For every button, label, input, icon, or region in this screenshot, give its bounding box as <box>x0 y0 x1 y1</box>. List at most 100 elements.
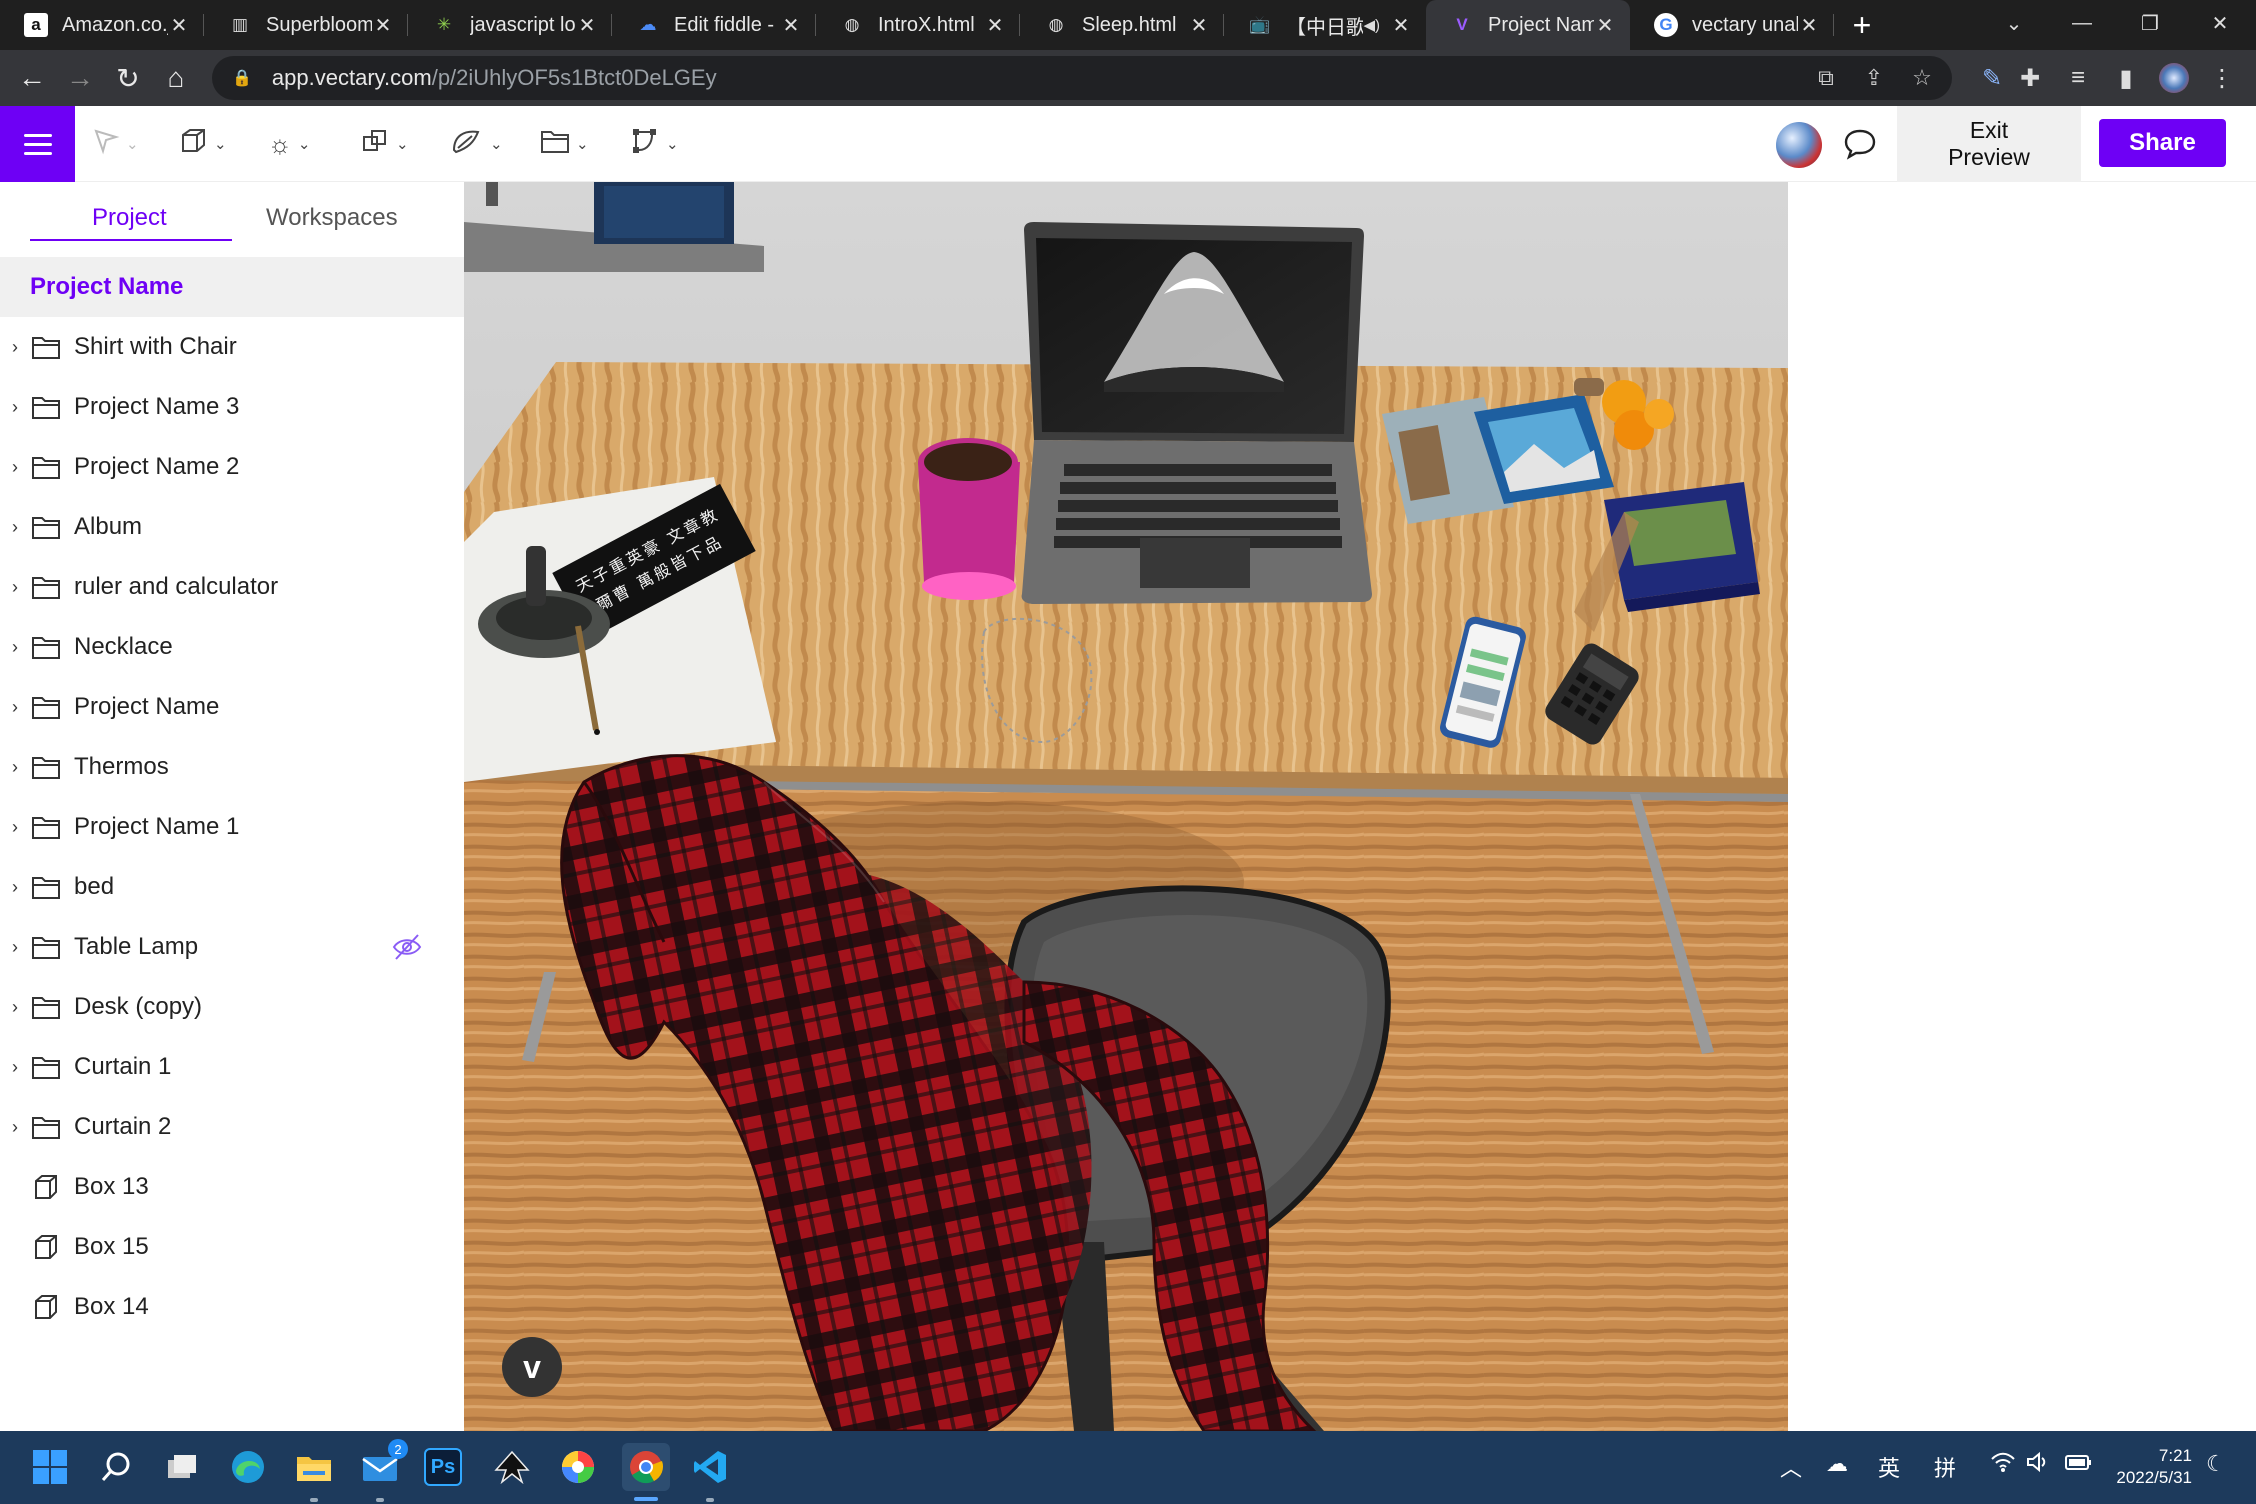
share-page-icon[interactable]: ⇪ <box>1856 60 1892 96</box>
volume-icon[interactable] <box>2026 1451 2050 1479</box>
sidebar-item[interactable]: › Project Name 1 <box>0 797 464 857</box>
expand-chevron-icon[interactable]: › <box>0 457 30 478</box>
browser-tab[interactable]: a Amazon.co.jp ✕ <box>0 0 204 50</box>
edge-icon[interactable] <box>226 1445 270 1489</box>
lights-tool[interactable]: ☼ ⌄ <box>268 124 310 164</box>
3d-viewport[interactable]: 天子重英豪 文章教 爾曹 萬般皆下品 v <box>464 182 1788 1431</box>
expand-chevron-icon[interactable]: › <box>0 517 30 538</box>
exit-preview-button[interactable]: Exit Preview <box>1897 106 2081 182</box>
bookmark-star-icon[interactable]: ☆ <box>1904 60 1940 96</box>
sidebar-item[interactable]: › Project Name 2 <box>0 437 464 497</box>
sidebar-item[interactable]: › Table Lamp <box>0 917 464 977</box>
project-name-row[interactable]: Project Name <box>0 257 464 317</box>
sidebar-item[interactable]: › Thermos <box>0 737 464 797</box>
tab-project[interactable]: Project <box>92 204 167 232</box>
hamburger-menu-button[interactable] <box>0 106 75 182</box>
share-button[interactable]: Share <box>2099 119 2226 167</box>
home-icon[interactable]: ⌂ <box>154 56 198 100</box>
file-explorer-icon[interactable] <box>292 1445 336 1489</box>
nodes-tool[interactable]: ⌄ <box>630 124 679 164</box>
close-tab-icon[interactable]: ✕ <box>780 13 802 38</box>
user-avatar[interactable] <box>1776 122 1822 168</box>
browser-tab-active[interactable]: V Project Nam ✕ <box>1426 0 1630 50</box>
close-tab-icon[interactable]: ✕ <box>984 13 1006 38</box>
sidebar-item[interactable]: › Curtain 1 <box>0 1037 464 1097</box>
color-picker-icon[interactable] <box>556 1445 600 1489</box>
close-tab-icon[interactable]: ✕ <box>576 13 598 38</box>
browser-tab[interactable]: ◍ Sleep.html ✕ <box>1020 0 1224 50</box>
expand-chevron-icon[interactable]: › <box>0 817 30 838</box>
browser-tab[interactable]: G vectary unal ✕ <box>1630 0 1834 50</box>
sidebar-item[interactable]: › Project Name <box>0 677 464 737</box>
browser-menu-icon[interactable]: ⋮ <box>2202 58 2242 98</box>
focus-assist-icon[interactable]: ☾ <box>2206 1451 2226 1477</box>
folder-tool[interactable]: ⌄ <box>540 124 589 164</box>
forward-icon[interactable]: → <box>58 56 102 100</box>
sidebar-item[interactable]: › Necklace <box>0 617 464 677</box>
close-tab-icon[interactable]: ✕ <box>372 13 394 38</box>
expand-chevron-icon[interactable]: › <box>0 577 30 598</box>
expand-chevron-icon[interactable]: › <box>0 637 30 658</box>
draw-tool[interactable]: ⌄ <box>450 124 503 164</box>
ime-language[interactable]: 英 <box>1878 1451 1900 1483</box>
expand-chevron-icon[interactable]: › <box>0 697 30 718</box>
close-window-icon[interactable]: ✕ <box>2186 0 2254 46</box>
comment-icon[interactable] <box>1840 124 1880 164</box>
sidebar-item[interactable]: › Album <box>0 497 464 557</box>
profile-avatar[interactable] <box>2154 58 2194 98</box>
expand-chevron-icon[interactable]: › <box>0 337 30 358</box>
visibility-off-icon[interactable] <box>392 933 422 961</box>
photoshop-icon[interactable]: Ps <box>424 1448 462 1486</box>
address-bar[interactable]: 🔒 app.vectary.com/p/2iUhlyOF5s1Btct0DeLG… <box>212 56 1952 100</box>
transform-tool[interactable]: ⌄ <box>360 124 409 164</box>
expand-chevron-icon[interactable]: › <box>0 1117 30 1138</box>
speaker-icon[interactable]: ◀) <box>1363 16 1380 34</box>
media-control-icon[interactable]: ≡ <box>2058 58 2098 98</box>
sidebar-item[interactable]: ›Box 13 <box>0 1157 464 1217</box>
mail-icon[interactable]: 2 <box>358 1439 408 1489</box>
browser-tab[interactable]: ◍ IntroX.html ✕ <box>816 0 1020 50</box>
sidebar-item[interactable]: ›Box 15 <box>0 1217 464 1277</box>
task-view-icon[interactable] <box>160 1445 204 1489</box>
extension-pen-icon[interactable]: ✎ <box>1972 58 2012 98</box>
system-clock[interactable]: 7:21 2022/5/31 <box>2110 1445 2192 1489</box>
sidebar-item[interactable]: › bed <box>0 857 464 917</box>
battery-icon[interactable] <box>2062 1451 2092 1479</box>
sidebar-item[interactable]: › Shirt with Chair <box>0 317 464 377</box>
tab-search-icon[interactable]: ⌄ <box>1980 0 2048 46</box>
expand-chevron-icon[interactable]: › <box>0 877 30 898</box>
primitives-tool[interactable]: ⌄ <box>178 124 227 164</box>
translate-icon[interactable]: ⧉ <box>1808 60 1844 96</box>
minimize-icon[interactable]: — <box>2048 0 2116 46</box>
wifi-icon[interactable] <box>1990 1451 2016 1479</box>
inkscape-icon[interactable] <box>490 1445 534 1489</box>
close-tab-icon[interactable]: ✕ <box>1798 13 1820 38</box>
onedrive-icon[interactable]: ☁ <box>1826 1451 1848 1477</box>
expand-chevron-icon[interactable]: › <box>0 757 30 778</box>
vectary-logo[interactable]: v <box>502 1337 562 1397</box>
expand-chevron-icon[interactable]: › <box>0 1057 30 1078</box>
select-tool[interactable]: ⌄ <box>92 124 139 164</box>
windows-start-icon[interactable] <box>28 1445 72 1489</box>
browser-tab[interactable]: ✳ javascript lo ✕ <box>408 0 612 50</box>
lock-icon[interactable]: 🔒 <box>232 68 252 88</box>
extensions-puzzle-icon[interactable]: ✚ <box>2010 58 2050 98</box>
sidebar-item[interactable]: › Desk (copy) <box>0 977 464 1037</box>
sidebar-item[interactable]: › ruler and calculator <box>0 557 464 617</box>
expand-chevron-icon[interactable]: › <box>0 397 30 418</box>
new-tab-button[interactable]: + <box>1834 0 1890 50</box>
browser-tab[interactable]: ☁ Edit fiddle - ✕ <box>612 0 816 50</box>
close-tab-icon[interactable]: ✕ <box>1390 13 1412 38</box>
sidebar-item[interactable]: › Curtain 2 <box>0 1097 464 1157</box>
tab-workspaces[interactable]: Workspaces <box>266 204 398 232</box>
expand-chevron-icon[interactable]: › <box>0 937 30 958</box>
expand-chevron-icon[interactable]: › <box>0 997 30 1018</box>
restore-icon[interactable]: ❐ <box>2116 0 2184 46</box>
close-tab-icon[interactable]: ✕ <box>1594 13 1616 38</box>
show-hidden-icons[interactable]: ︿ <box>1780 1451 1802 1483</box>
back-icon[interactable]: ← <box>10 56 54 100</box>
reload-icon[interactable]: ↻ <box>106 56 150 100</box>
vscode-icon[interactable] <box>688 1445 732 1489</box>
sidebar-item[interactable]: ›Box 14 <box>0 1277 464 1337</box>
close-tab-icon[interactable]: ✕ <box>1188 13 1210 38</box>
